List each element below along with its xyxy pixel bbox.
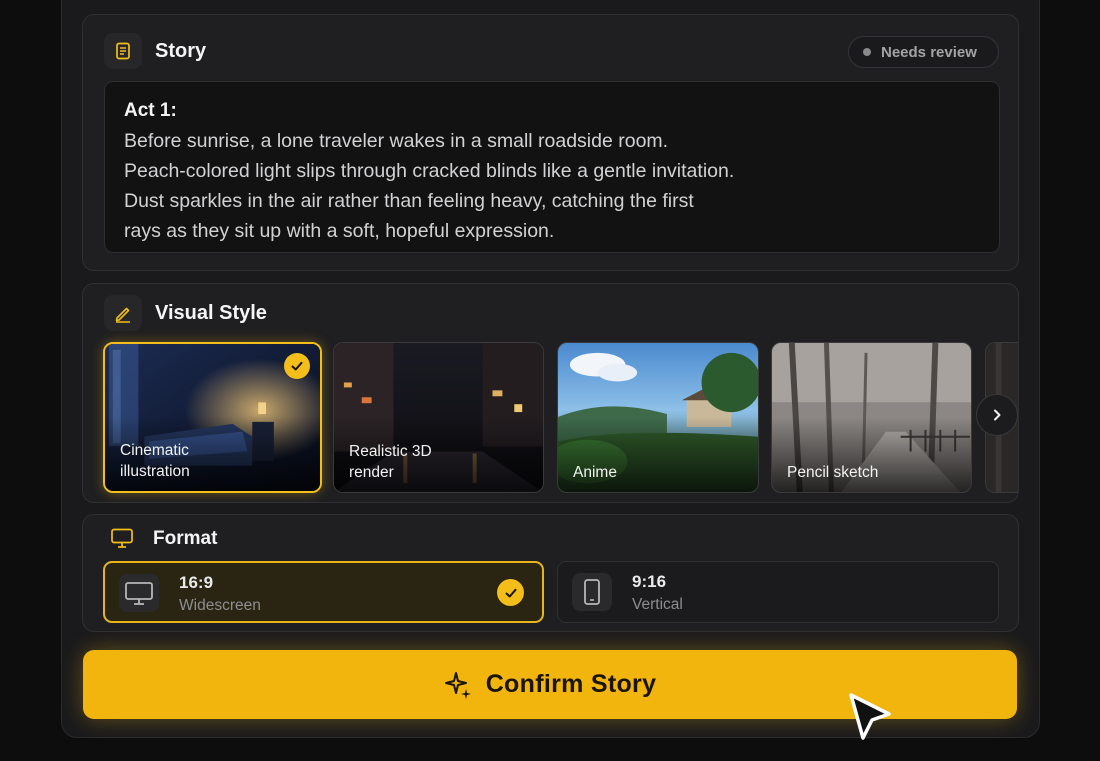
- story-line: Before sunrise, a lone traveler wakes in…: [124, 130, 669, 152]
- story-line: Dust sparkles in the air rather than fee…: [124, 190, 694, 212]
- story-line: rays as they sit up with a soft, hopeful…: [124, 220, 555, 242]
- visual-style-title: Visual Style: [155, 302, 267, 324]
- status-text: Needs review: [881, 43, 977, 61]
- format-ratio: 9:16: [632, 572, 667, 591]
- style-option-label: Realistic 3D render: [349, 443, 432, 481]
- next-style-button[interactable]: [976, 394, 1018, 436]
- format-option-widescreen[interactable]: 16:9 Widescreen: [103, 561, 544, 623]
- format-ratio: 16:9: [179, 573, 214, 592]
- style-option-cinematic[interactable]: Cinematic illustration: [103, 342, 322, 493]
- format-name: Widescreen: [179, 597, 261, 614]
- style-option-pencil-sketch[interactable]: Pencil sketch: [771, 342, 972, 493]
- format-icon: [110, 527, 136, 549]
- check-icon: [505, 588, 516, 597]
- monitor-icon-box: [119, 574, 159, 612]
- pen-icon: [115, 307, 130, 323]
- phone-icon: [584, 579, 600, 605]
- confirm-story-label: Confirm Story: [485, 670, 657, 698]
- monitor-icon: [111, 528, 133, 548]
- selected-check: [284, 353, 310, 379]
- story-text-area[interactable]: Act 1: Before sunrise, a lone traveler w…: [104, 81, 1000, 253]
- status-badge: Needs review: [848, 36, 999, 68]
- check-icon: [291, 361, 303, 371]
- format-option-vertical[interactable]: 9:16 Vertical: [557, 561, 999, 623]
- visual-style-icon-box: [104, 295, 142, 331]
- style-option-label: Cinematic illustration: [120, 442, 190, 480]
- chevron-right-icon: [994, 409, 1001, 421]
- story-act-label: Act 1:: [124, 100, 177, 121]
- status-dot: [863, 48, 871, 56]
- style-option-anime[interactable]: Anime: [557, 342, 759, 493]
- format-title: Format: [153, 528, 218, 549]
- story-title: Story: [155, 40, 207, 62]
- phone-icon-box: [572, 573, 612, 611]
- format-name: Vertical: [632, 596, 683, 613]
- cursor-arrow-icon: [849, 693, 891, 740]
- sparkle-icon: [444, 671, 471, 699]
- style-option-realistic-3d[interactable]: Realistic 3D render: [333, 342, 544, 493]
- story-icon-box: [104, 33, 142, 69]
- style-option-label: Pencil sketch: [787, 464, 879, 481]
- story-line: Peach-colored light slips through cracke…: [124, 160, 735, 182]
- style-option-label: Anime: [573, 464, 617, 481]
- monitor-icon: [125, 582, 153, 605]
- document-icon: [116, 42, 130, 60]
- selected-check: [497, 579, 524, 606]
